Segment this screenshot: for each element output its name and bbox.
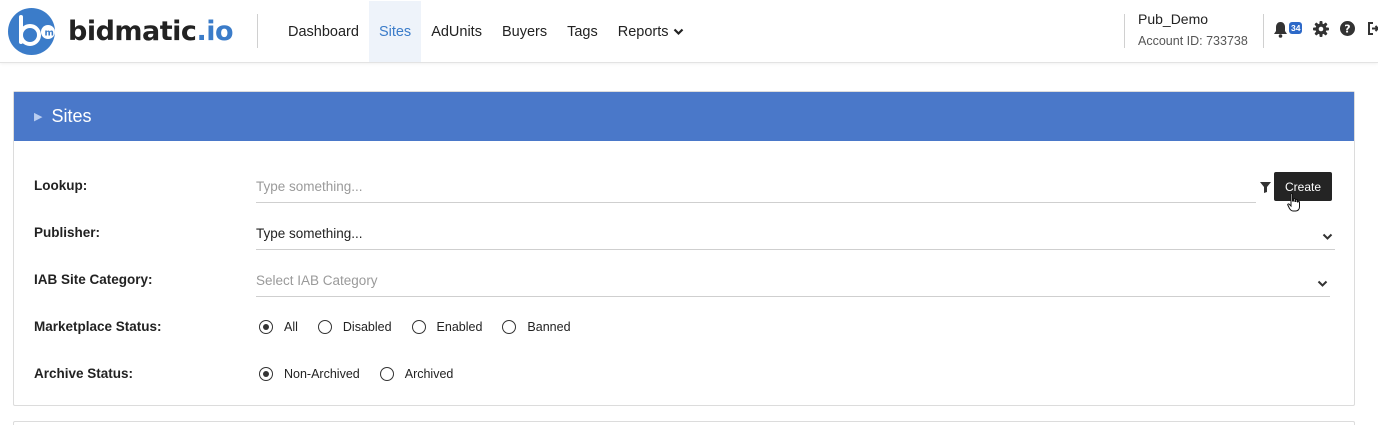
radio-label: Disabled xyxy=(342,320,392,334)
lookup-label: Lookup: xyxy=(34,178,88,193)
logo-mark: m xyxy=(8,7,55,55)
nav-label: Dashboard xyxy=(288,23,359,40)
brand-logo[interactable]: m bidmatic.io xyxy=(8,7,233,55)
account-info[interactable]: Pub_Demo Account ID: 733738 xyxy=(1138,11,1248,48)
archive-status-label: Archive Status: xyxy=(34,366,134,381)
account-name: Pub_Demo xyxy=(1138,11,1209,27)
marketplace-enabled-radio[interactable]: Enabled xyxy=(411,320,483,334)
radio-label: Non-Archived xyxy=(284,367,360,381)
archive-status-radio-group: Non-Archived Archived xyxy=(259,367,473,381)
gear-icon[interactable] xyxy=(1313,21,1329,42)
marketplace-status-label: Marketplace Status: xyxy=(34,319,162,334)
iab-category-select[interactable]: Select IAB Category xyxy=(256,267,1330,297)
archive-archived-radio[interactable]: Archived xyxy=(379,367,454,381)
radio-unselected-icon xyxy=(317,320,332,334)
nav-label: Sites xyxy=(378,23,412,40)
bell-icon[interactable] xyxy=(1273,21,1288,43)
publisher-value: Type something... xyxy=(256,226,363,241)
chevron-down-icon xyxy=(1322,228,1333,246)
iab-category-label: IAB Site Category: xyxy=(34,272,153,287)
account-id: Account ID: 733738 xyxy=(1138,34,1248,48)
nav-dashboard[interactable]: Dashboard xyxy=(278,1,369,62)
nav-buyers[interactable]: Buyers xyxy=(492,1,557,62)
svg-text:?: ? xyxy=(1344,23,1350,36)
top-navbar: m bidmatic.io Dashboard Sites AdUnits Bu… xyxy=(0,0,1378,63)
nav-label: AdUnits xyxy=(431,23,482,40)
nav-reports[interactable]: Reports xyxy=(608,1,694,62)
marketplace-status-radio-group: All Disabled Enabled Banned xyxy=(259,320,591,334)
archive-non-archived-radio[interactable]: Non-Archived xyxy=(259,367,360,381)
divider xyxy=(1124,14,1125,48)
brand-suffix: .io xyxy=(196,15,233,47)
nav-adunits[interactable]: AdUnits xyxy=(421,1,492,62)
notification-badge: 34 xyxy=(1289,22,1303,34)
chevron-down-icon xyxy=(673,24,684,40)
brand-name: bidmatic xyxy=(68,15,197,47)
publisher-label: Publisher: xyxy=(34,225,101,240)
radio-unselected-icon xyxy=(411,320,426,334)
nav-label: Buyers xyxy=(501,23,548,40)
publisher-select[interactable]: Type something... xyxy=(256,220,1335,250)
lookup-input[interactable]: Type something... xyxy=(256,173,1256,203)
svg-text:m: m xyxy=(45,28,54,38)
results-panel xyxy=(13,421,1355,425)
nav-sites[interactable]: Sites xyxy=(368,1,422,62)
panel-header[interactable]: ▶ Sites xyxy=(14,92,1354,141)
radio-label: Archived xyxy=(404,367,454,381)
hand-cursor-icon xyxy=(1287,192,1301,217)
nav-label: Tags xyxy=(567,23,598,40)
filter-icon[interactable] xyxy=(1260,180,1271,198)
radio-selected-icon xyxy=(259,367,273,381)
main-nav: Dashboard Sites AdUnits Buyers Tags Repo… xyxy=(278,1,694,62)
marketplace-disabled-radio[interactable]: Disabled xyxy=(317,320,392,334)
radio-unselected-icon xyxy=(379,367,394,381)
divider xyxy=(257,14,258,48)
iab-placeholder: Select IAB Category xyxy=(256,273,378,288)
divider xyxy=(1263,14,1264,48)
lookup-placeholder: Type something... xyxy=(256,179,363,194)
logout-icon[interactable] xyxy=(1366,21,1378,41)
panel-title: Sites xyxy=(51,106,92,126)
marketplace-all-radio[interactable]: All xyxy=(259,320,298,334)
radio-unselected-icon xyxy=(502,320,517,334)
nav-tags[interactable]: Tags xyxy=(557,1,608,62)
radio-label: All xyxy=(284,320,298,334)
brand-wordmark: bidmatic.io xyxy=(68,16,233,47)
marketplace-banned-radio[interactable]: Banned xyxy=(502,320,571,334)
radio-label: Banned xyxy=(527,320,571,334)
help-icon[interactable]: ? xyxy=(1340,21,1355,41)
chevron-down-icon xyxy=(1317,275,1328,293)
radio-selected-icon xyxy=(259,320,273,334)
expand-triangle-icon: ▶ xyxy=(34,111,43,123)
radio-label: Enabled xyxy=(436,320,483,334)
create-button[interactable]: Create xyxy=(1274,172,1332,201)
nav-label: Reports xyxy=(617,23,669,40)
